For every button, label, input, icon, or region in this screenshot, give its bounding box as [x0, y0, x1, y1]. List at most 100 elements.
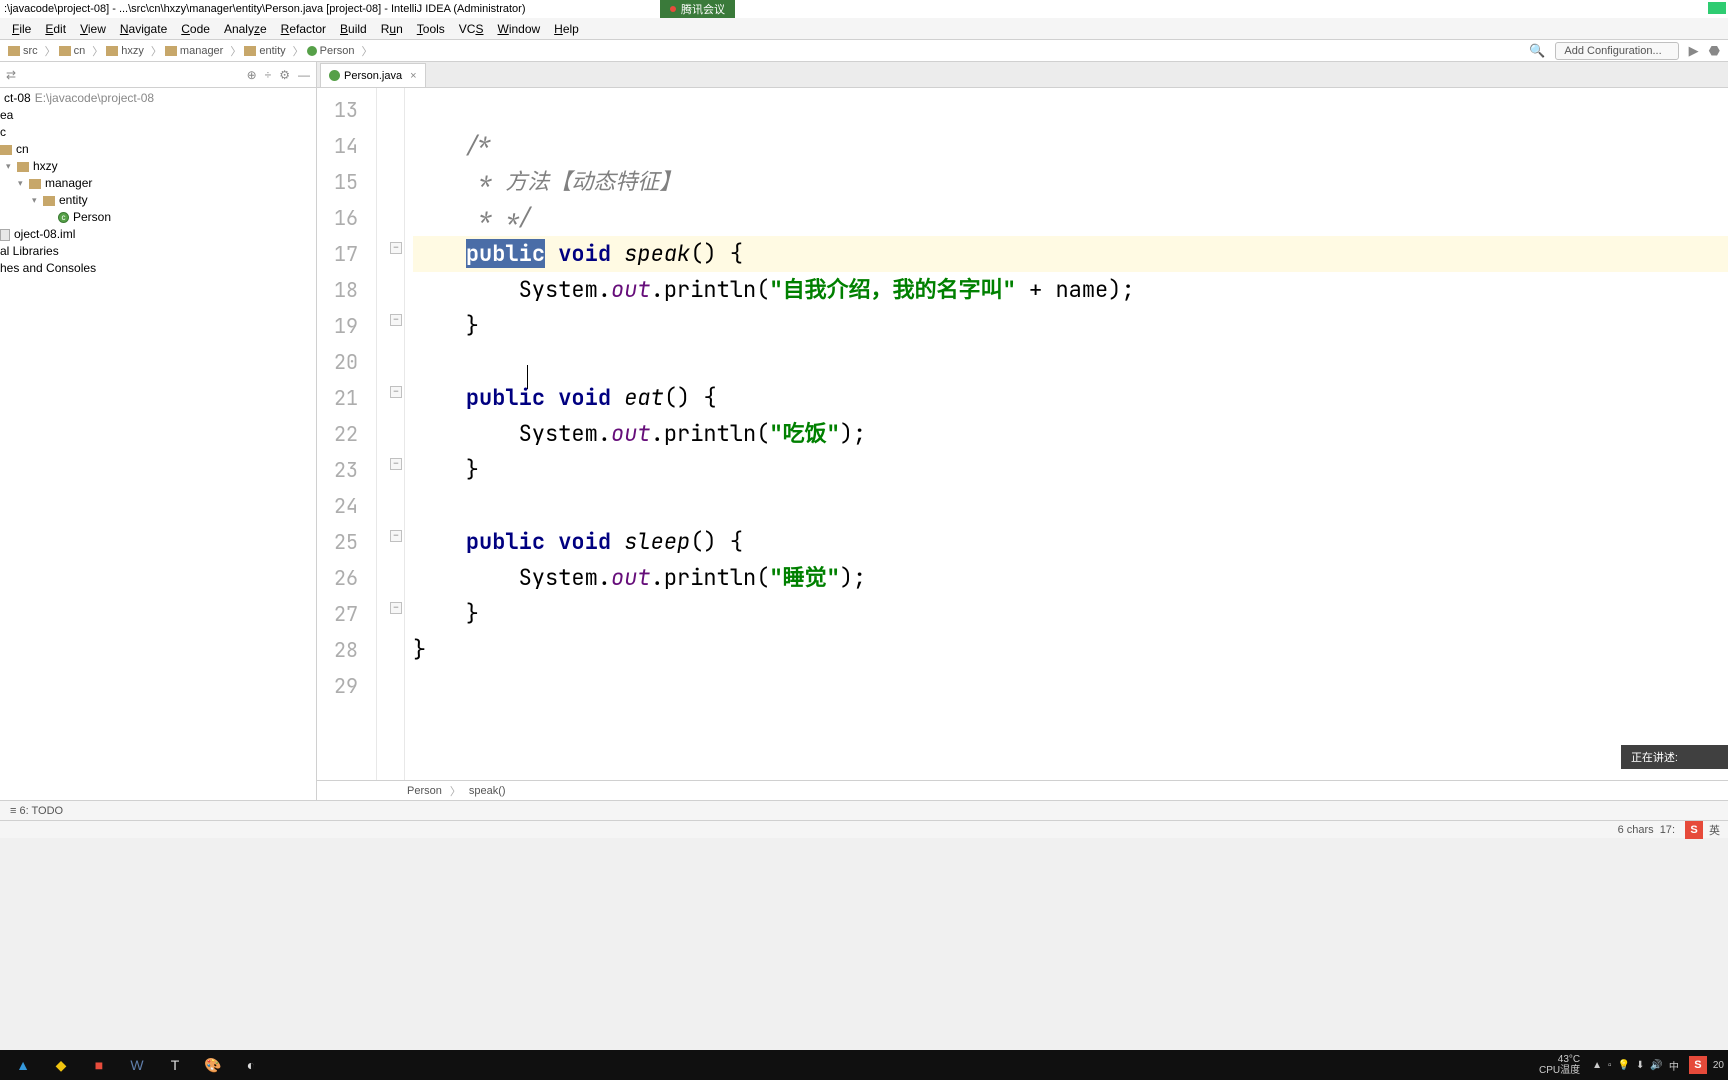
menu-window[interactable]: Window	[491, 20, 546, 38]
project-tree[interactable]: ct-08E:\javacode\project-08 ea c cn ▾hxz…	[0, 88, 316, 800]
menu-bar: File Edit View Navigate Code Analyze Ref…	[0, 18, 1728, 40]
select-opened-file-icon[interactable]: ⇄	[6, 68, 16, 82]
breadcrumb[interactable]: entity	[244, 45, 285, 57]
ime-lang: 英	[1709, 822, 1720, 838]
tree-item[interactable]: al Libraries	[0, 243, 316, 260]
tray-lang[interactable]: 中	[1669, 1058, 1679, 1073]
window-title: :\javacode\project-08] - ...\src\cn\hxzy…	[4, 3, 526, 15]
fold-icon[interactable]: −	[390, 458, 402, 470]
tray-volume-icon[interactable]: 🔊	[1650, 1060, 1662, 1071]
taskbar-intellij-icon[interactable]: ■	[80, 1050, 118, 1080]
status-chars: 6 chars	[1618, 824, 1654, 836]
editor-tabs: Person.java ×	[317, 62, 1728, 88]
tray-icon[interactable]: ⬇	[1636, 1060, 1644, 1071]
ime-indicator-icon[interactable]: S	[1685, 821, 1703, 839]
tray-icon[interactable]: 💡	[1618, 1060, 1630, 1071]
menu-run[interactable]: Run	[375, 20, 409, 38]
navigation-bar: src〉 cn〉 hxzy〉 manager〉 entity〉 Person〉 …	[0, 40, 1728, 62]
folder-icon	[17, 162, 29, 172]
tray-ime-icon[interactable]: S	[1689, 1056, 1707, 1074]
code-editor[interactable]: 1314151617181920212223242526272829 − − −…	[317, 88, 1728, 780]
project-tool-window: ⇄ ⊕ ÷ ⚙ — ct-08E:\javacode\project-08 ea…	[0, 62, 317, 800]
class-icon	[329, 70, 340, 81]
hide-icon[interactable]: —	[298, 68, 310, 82]
tray-time: 20	[1713, 1060, 1724, 1071]
editor-tab-person[interactable]: Person.java ×	[320, 63, 426, 87]
folder-icon	[0, 145, 12, 155]
title-bar: :\javacode\project-08] - ...\src\cn\hxzy…	[0, 0, 1728, 18]
status-position: 17:	[1660, 824, 1675, 836]
recording-dot-icon	[670, 6, 676, 12]
tree-root[interactable]: ct-08E:\javacode\project-08	[0, 90, 316, 107]
search-icon[interactable]: 🔍	[1529, 43, 1545, 59]
tree-item[interactable]: c	[0, 124, 316, 141]
taskbar-app-icon[interactable]: ◆	[42, 1050, 80, 1080]
fold-gutter: − − − − − −	[377, 88, 405, 780]
folder-icon	[165, 46, 177, 56]
fold-icon[interactable]: −	[390, 530, 402, 542]
target-icon[interactable]: ⊕	[247, 68, 257, 82]
fold-icon[interactable]: −	[390, 314, 402, 326]
class-icon: c	[58, 212, 69, 223]
meeting-speaker-overlay: 正在讲述:	[1621, 745, 1728, 769]
breadcrumb[interactable]: Person	[307, 45, 355, 57]
fold-icon[interactable]: −	[390, 242, 402, 254]
menu-vcs[interactable]: VCS	[453, 20, 490, 38]
fold-icon[interactable]: −	[390, 386, 402, 398]
menu-help[interactable]: Help	[548, 20, 585, 38]
folder-icon	[29, 179, 41, 189]
menu-tools[interactable]: Tools	[411, 20, 451, 38]
folder-icon	[59, 46, 71, 56]
system-tray[interactable]: 43°C CPU温度 ▲ ▫ 💡 ⬇ 🔊 中 S 20	[1539, 1054, 1724, 1076]
tree-item[interactable]: ▾manager	[0, 175, 316, 192]
window-control[interactable]	[1708, 2, 1726, 14]
class-icon	[307, 46, 317, 56]
gear-icon[interactable]: ⚙	[279, 68, 290, 82]
menu-navigate[interactable]: Navigate	[114, 20, 173, 38]
breadcrumb[interactable]: src	[8, 45, 38, 57]
close-tab-icon[interactable]: ×	[410, 70, 416, 82]
tray-icon[interactable]: ▫	[1608, 1060, 1612, 1071]
tree-item[interactable]: ▾hxzy	[0, 158, 316, 175]
collapse-icon[interactable]: ÷	[265, 68, 272, 82]
breadcrumb[interactable]: manager	[165, 45, 223, 57]
breadcrumb[interactable]: cn	[59, 45, 86, 57]
todo-tool-button[interactable]: ≡ 6: TODO	[10, 805, 63, 817]
folder-icon	[106, 46, 118, 56]
debug-icon[interactable]: ⬣	[1709, 43, 1720, 59]
run-icon[interactable]: ▶	[1689, 43, 1699, 59]
taskbar-app-icon[interactable]: ▲	[4, 1050, 42, 1080]
project-toolbar: ⇄ ⊕ ÷ ⚙ —	[0, 62, 316, 88]
tree-item[interactable]: oject-08.iml	[0, 226, 316, 243]
file-icon	[0, 229, 10, 241]
editor-breadcrumb[interactable]: Person 〉 speak()	[317, 780, 1728, 800]
status-bar: 6 chars 17: S 英	[0, 820, 1728, 838]
menu-edit[interactable]: Edit	[39, 20, 72, 38]
tree-item[interactable]: ea	[0, 107, 316, 124]
tree-item[interactable]: cn	[0, 141, 316, 158]
meeting-badge[interactable]: 腾讯会议	[660, 0, 735, 18]
menu-code[interactable]: Code	[175, 20, 216, 38]
tool-window-bar: ≡ 6: TODO	[0, 800, 1728, 820]
text-cursor	[527, 365, 528, 389]
tree-item[interactable]: hes and Consoles	[0, 260, 316, 277]
code-content[interactable]: /* * 方法【动态特征】 * */ public void speak() {…	[405, 88, 1728, 780]
menu-analyze[interactable]: Analyze	[218, 20, 273, 38]
folder-icon	[43, 196, 55, 206]
menu-build[interactable]: Build	[334, 20, 373, 38]
run-config-dropdown[interactable]: Add Configuration...	[1555, 42, 1678, 60]
menu-file[interactable]: File	[6, 20, 37, 38]
breadcrumb[interactable]: hxzy	[106, 45, 144, 57]
taskbar-chrome-icon[interactable]: ◐	[232, 1050, 270, 1080]
tree-item[interactable]: ▾entity	[0, 192, 316, 209]
folder-icon	[8, 46, 20, 56]
fold-icon[interactable]: −	[390, 602, 402, 614]
taskbar-app-icon[interactable]: W	[118, 1050, 156, 1080]
menu-view[interactable]: View	[74, 20, 112, 38]
tray-icon[interactable]: ▲	[1592, 1060, 1602, 1071]
menu-refactor[interactable]: Refactor	[275, 20, 332, 38]
editor-area: Person.java × 13141516171819202122232425…	[317, 62, 1728, 800]
tree-item-person[interactable]: cPerson	[0, 209, 316, 226]
taskbar-app-icon[interactable]: T	[156, 1050, 194, 1080]
taskbar-app-icon[interactable]: 🎨	[194, 1050, 232, 1080]
